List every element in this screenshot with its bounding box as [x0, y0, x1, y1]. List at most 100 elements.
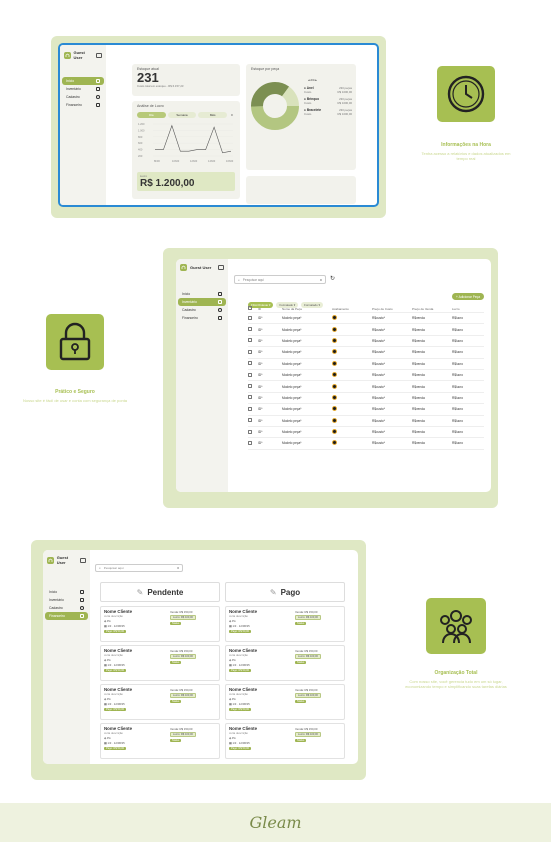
tab-dia[interactable]: Dia: [137, 112, 166, 118]
pago-tag: Pago: R$ 50,00: [229, 669, 252, 672]
nav-inventario[interactable]: Inventário: [62, 85, 104, 93]
row-checkbox[interactable]: [248, 395, 252, 400]
order-card[interactable]: Nome Cliente curta descrição ◈ Pix ▦ 1/3 · …: [225, 645, 345, 681]
order-card[interactable]: Nome Cliente curta descrição ◈ Pix ▦ 1/3 · …: [100, 606, 220, 642]
nav-inicio[interactable]: Início: [45, 588, 88, 596]
lucro-tag: Lucro: R$ 100,00: [170, 732, 196, 737]
y-tick-label: 800: [138, 135, 143, 139]
status-badge[interactable]: Status: [170, 700, 182, 703]
venda: Venda: R$ 150,00: [295, 649, 318, 653]
row-checkbox[interactable]: [248, 361, 252, 366]
add-peca-button[interactable]: + Adicionar Peça: [452, 293, 485, 300]
table-row[interactable]: ID* Modelo peça* R$custo* R$venda R$lucro: [248, 347, 484, 359]
table-row[interactable]: ID* Modelo peça* R$custo* R$venda R$lucro: [248, 438, 484, 450]
tab-mes[interactable]: Mês: [198, 112, 228, 118]
table-row[interactable]: ID* Modelo peça* R$custo* R$venda R$lucro: [248, 416, 484, 427]
search-input[interactable]: Pesquisar aqui: [243, 278, 264, 282]
status-badge[interactable]: Status: [295, 661, 307, 664]
nav-inicio[interactable]: Início: [62, 77, 104, 85]
cell-nome: Modelo peça*: [282, 338, 302, 343]
row-checkbox[interactable]: [248, 327, 252, 332]
feature-icon-box: [437, 66, 495, 122]
sidebar-toggle-icon[interactable]: [218, 265, 224, 270]
sidebar-toggle-icon[interactable]: [80, 557, 86, 563]
row-checkbox[interactable]: [248, 338, 252, 343]
nav-label: Financeiro: [49, 614, 65, 618]
order-card[interactable]: Nome Cliente curta descrição ◈ Pix ▦ 1/3 · …: [225, 723, 345, 759]
refresh-icon[interactable]: ↻: [330, 275, 335, 282]
table-row[interactable]: ID* Modelo peça* R$custo* R$venda R$lucro: [248, 393, 484, 405]
cell-nome: Modelo peça*: [282, 407, 302, 412]
col-id: ID: [258, 306, 261, 311]
sidebar: Guest User Início Inventário Cadastro Fi…: [60, 45, 106, 205]
row-checkbox[interactable]: [248, 406, 252, 411]
pix-icon: ◈: [229, 697, 232, 701]
nav-inventario[interactable]: Inventário: [178, 298, 226, 306]
empty-card: [246, 176, 356, 204]
cell-venda: R$venda: [412, 361, 425, 366]
search-input[interactable]: Pesquisar aqui: [104, 566, 124, 570]
row-checkbox[interactable]: [248, 384, 252, 389]
cell-custo: R$custo*: [372, 327, 385, 332]
acabamento-swatch-icon: [332, 383, 337, 389]
status-badge[interactable]: Status: [170, 661, 182, 664]
cell-custo: R$custo*: [372, 338, 385, 343]
nav-financeiro[interactable]: Financeiro: [45, 612, 88, 620]
row-checkbox[interactable]: [248, 418, 252, 423]
table-row[interactable]: ID* Modelo peça* R$custo* R$venda R$lucro: [248, 370, 484, 382]
table-row[interactable]: ID* Modelo peça* R$custo* R$venda R$lucro: [248, 359, 484, 370]
row-checkbox[interactable]: [248, 315, 252, 320]
search-bar[interactable]: ⌕ Pesquisar aqui ≡: [234, 275, 326, 284]
status-badge[interactable]: Status: [295, 622, 307, 625]
row-checkbox[interactable]: [248, 372, 252, 377]
x-tick-label: 8h00: [154, 159, 160, 163]
nav-financeiro[interactable]: Financeiro: [62, 101, 104, 109]
pagamento: Pix: [106, 619, 111, 623]
table-row[interactable]: ID* Modelo peça* R$custo* R$venda R$lucro: [248, 336, 484, 348]
table-row[interactable]: ID* Modelo peça* R$custo* R$venda R$lucro: [248, 404, 484, 416]
nav-inicio[interactable]: Início: [178, 290, 226, 298]
status-badge[interactable]: Status: [295, 700, 307, 703]
filter-icon[interactable]: ≡: [229, 113, 235, 117]
inventory-window: Guest User Início Inventário Cadastro Fi…: [176, 259, 491, 492]
nav-cadastro[interactable]: Cadastro: [178, 306, 226, 314]
parcelas: 1/3 · 12/08/25: [107, 741, 125, 745]
row-checkbox[interactable]: [248, 440, 252, 445]
pie-legend: ● Anel 230 peças Custo R$ 1000,00 ● Brinquo…: [304, 86, 352, 116]
table-row[interactable]: ID* Modelo peça* R$custo* R$venda R$lucro: [248, 381, 484, 393]
cliente-desc: curta descrição: [104, 653, 123, 657]
col-custo: Preço de Custo: [372, 306, 393, 311]
table-row[interactable]: ID* Modelo peça* R$custo* R$venda R$lucro: [248, 324, 484, 336]
acabamento-swatch-icon: [332, 360, 337, 366]
order-card[interactable]: Nome Cliente curta descrição ◈ Pix ▦ 1/3 · …: [100, 684, 220, 720]
nav-cadastro[interactable]: Cadastro: [45, 604, 88, 612]
nav-financeiro[interactable]: Financeiro: [178, 314, 226, 322]
sidebar-toggle-icon[interactable]: [96, 52, 102, 58]
row-checkbox[interactable]: [248, 429, 252, 434]
search-bar[interactable]: ⌕ Pesquisar aqui ≡: [95, 564, 183, 572]
status-badge[interactable]: Status: [170, 622, 182, 625]
order-card[interactable]: Nome Cliente curta descrição ◈ Pix ▦ 1/3 · …: [225, 606, 345, 642]
inventory-table: ID Nome da Peça Acabamento Preço de Cust…: [248, 305, 484, 450]
status-badge[interactable]: Status: [295, 739, 307, 742]
feature-title: Informações na Hora: [441, 142, 491, 148]
pie-pager[interactable]: ◂ 2/4 ▸: [308, 78, 317, 82]
select-all-checkbox[interactable]: [248, 306, 252, 310]
order-card[interactable]: Nome Cliente curta descrição ◈ Pix ▦ 1/3 · …: [225, 684, 345, 720]
feature-icon-box: [426, 598, 486, 654]
table-row[interactable]: ID* Modelo peça* R$custo* R$venda R$lucro: [248, 427, 484, 439]
acabamento-swatch-icon: [332, 429, 337, 435]
order-card[interactable]: Nome Cliente curta descrição ◈ Pix ▦ 1/3 · …: [100, 723, 220, 759]
nav-cadastro[interactable]: Cadastro: [62, 93, 104, 101]
filter-icon[interactable]: ≡: [320, 278, 322, 282]
nav-inventario[interactable]: Inventário: [45, 596, 88, 604]
col-venda: Preço de Venda: [412, 306, 434, 311]
status-badge[interactable]: Status: [170, 739, 182, 742]
filter-icon[interactable]: ≡: [177, 566, 179, 570]
row-checkbox[interactable]: [248, 349, 252, 354]
cell-lucro: R$lucro: [452, 384, 463, 389]
order-card[interactable]: Nome Cliente curta descrição ◈ Pix ▦ 1/3 · …: [100, 645, 220, 681]
table-row[interactable]: ID* Modelo peça* R$custo* R$venda R$lucro: [248, 313, 484, 325]
pagamento: Pix: [106, 697, 111, 701]
tab-semana[interactable]: Semana: [167, 112, 197, 118]
